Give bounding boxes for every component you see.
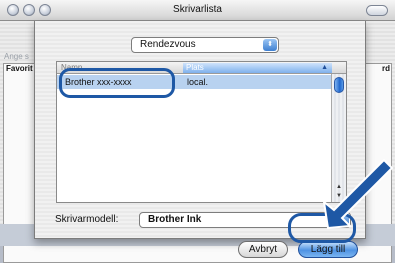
window-title: Skrivarlista [173,4,222,15]
connection-type-popup[interactable]: Rendezvous ⬍ [131,37,279,53]
sort-arrow-icon: ▲ [321,64,328,71]
printer-model-value: Brother Ink [148,214,202,225]
printer-model-popup[interactable]: Brother Ink ⬍ [139,212,351,228]
background-side-label: Ange s [4,52,29,61]
pointer-arrow-icon [322,158,394,230]
column-header-name[interactable]: Namn [61,63,181,73]
add-printer-sheet: Rendezvous ⬍ Namn Plats ▲ Brother xxx-xx… [34,21,366,258]
add-button[interactable]: Lägg till [298,241,358,258]
window-titlebar: Skrivarlista [0,0,395,21]
printer-list[interactable]: Namn Plats ▲ Brother xxx-xxxx local. ▲ ▼ [56,61,347,203]
column-header-location[interactable]: Plats ▲ [183,63,332,73]
background-header-left: Favorit [6,64,33,73]
table-row[interactable]: Brother xxx-xxxx local. [57,75,331,89]
list-header: Namn Plats ▲ [57,62,346,74]
cancel-button[interactable]: Avbryt [238,241,288,258]
scrollbar-thumb[interactable] [334,77,344,93]
background-header-right: rd [382,64,390,73]
popup-arrow-icon: ⬍ [263,39,277,51]
column-header-location-label: Plats [186,63,204,72]
printer-name: Brother xxx-xxxx [65,77,132,87]
connection-type-value: Rendezvous [140,39,196,50]
printer-location: local. [187,77,209,87]
toolbar-toggle-icon[interactable] [366,5,388,16]
printer-model-label: Skrivarmodell: [55,214,119,225]
